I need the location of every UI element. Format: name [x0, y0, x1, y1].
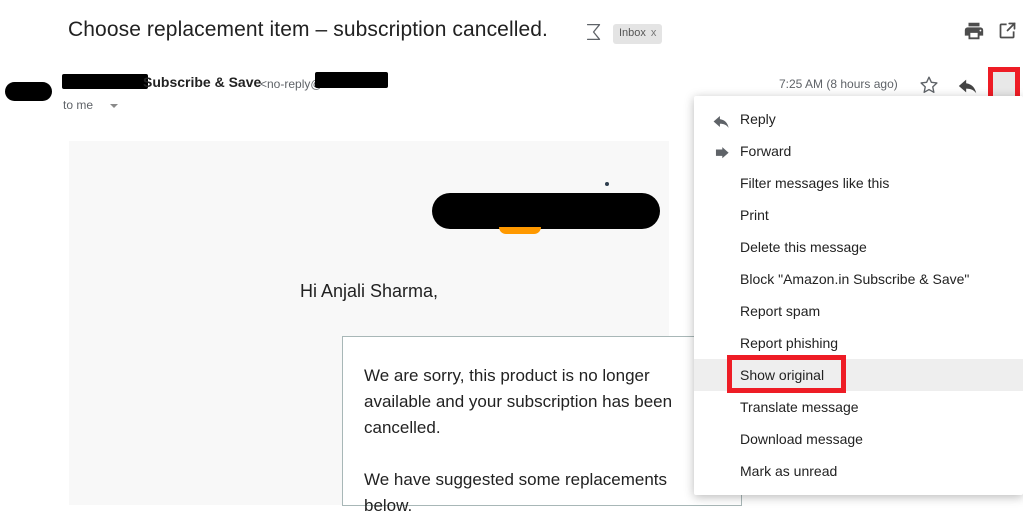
menu-item-label: Translate message [740, 399, 859, 415]
brand-logo-swoosh [499, 227, 541, 234]
menu-item-label: Print [740, 207, 769, 223]
chevron-down-icon[interactable] [110, 104, 118, 108]
menu-item-label: Report spam [740, 303, 821, 319]
inbox-chip-remove-icon[interactable]: x [651, 27, 657, 39]
menu-item-reply[interactable]: Reply [694, 103, 1023, 135]
star-icon[interactable] [918, 74, 940, 96]
subject-header: Choose replacement item – subscription c… [0, 0, 1023, 62]
menu-item-label: Delete this message [740, 239, 867, 255]
email-body: Hi Anjali Sharma, We are sorry, this pro… [69, 141, 742, 515]
menu-item-filter-messages-like-this[interactable]: Filter messages like this [694, 167, 1023, 199]
message-card: We are sorry, this product is no longer … [342, 336, 742, 515]
menu-item-show-original[interactable]: Show original [694, 355, 1023, 393]
menu-item-download-message[interactable]: Download message [694, 423, 1023, 455]
sender-name-redaction [62, 74, 148, 89]
timestamp: 7:25 AM (8 hours ago) [779, 77, 898, 91]
more-options-menu: Reply Forward Filter messages like this … [694, 96, 1023, 495]
sender-email: <no-reply@ [260, 77, 323, 91]
email-greeting: Hi Anjali Sharma, [299, 281, 439, 301]
sender-email-redaction [315, 72, 388, 88]
recipient-label[interactable]: to me [63, 98, 93, 112]
menu-item-label: Filter messages like this [740, 175, 890, 191]
forward-arrow-icon [712, 142, 731, 161]
reply-arrow-icon[interactable] [957, 75, 979, 97]
menu-item-report-phishing[interactable]: Report phishing [694, 327, 1023, 359]
menu-item-label: Block "Amazon.in Subscribe & Save" [740, 271, 970, 287]
inbox-label-chip[interactable]: Inbox x [613, 24, 663, 44]
menu-item-label: Forward [740, 143, 792, 159]
menu-item-label: Report phishing [740, 335, 839, 351]
menu-item-label: Download message [740, 431, 863, 447]
reply-arrow-icon [712, 110, 731, 129]
menu-item-label: Mark as unread [740, 463, 838, 479]
brand-logo-redaction [432, 193, 660, 229]
sigma-icon [583, 21, 605, 43]
avatar [5, 82, 52, 101]
menu-item-label: Reply [740, 111, 776, 127]
menu-item-forward[interactable]: Forward [694, 135, 1023, 167]
sender-name[interactable]: Subscribe & Save [143, 74, 261, 90]
menu-item-report-spam[interactable]: Report spam [694, 295, 1023, 327]
inbox-chip-label: Inbox [619, 27, 646, 39]
page-title: Choose replacement item – subscription c… [68, 18, 548, 41]
message-paragraph-2: We have suggested some replacements belo… [364, 470, 668, 515]
brand-logo-dot [605, 182, 609, 186]
menu-item-print[interactable]: Print [694, 199, 1023, 231]
menu-item-label: Show original [740, 367, 825, 383]
menu-item-delete-this-message[interactable]: Delete this message [694, 231, 1023, 263]
menu-item-translate-message[interactable]: Translate message [694, 391, 1023, 423]
menu-item-block-sender[interactable]: Block "Amazon.in Subscribe & Save" [694, 263, 1023, 295]
menu-item-mark-as-unread[interactable]: Mark as unread [694, 455, 1023, 487]
print-icon[interactable] [963, 20, 985, 42]
open-in-new-icon[interactable] [997, 20, 1018, 41]
message-paragraph-1: We are sorry, this product is no longer … [364, 366, 673, 437]
